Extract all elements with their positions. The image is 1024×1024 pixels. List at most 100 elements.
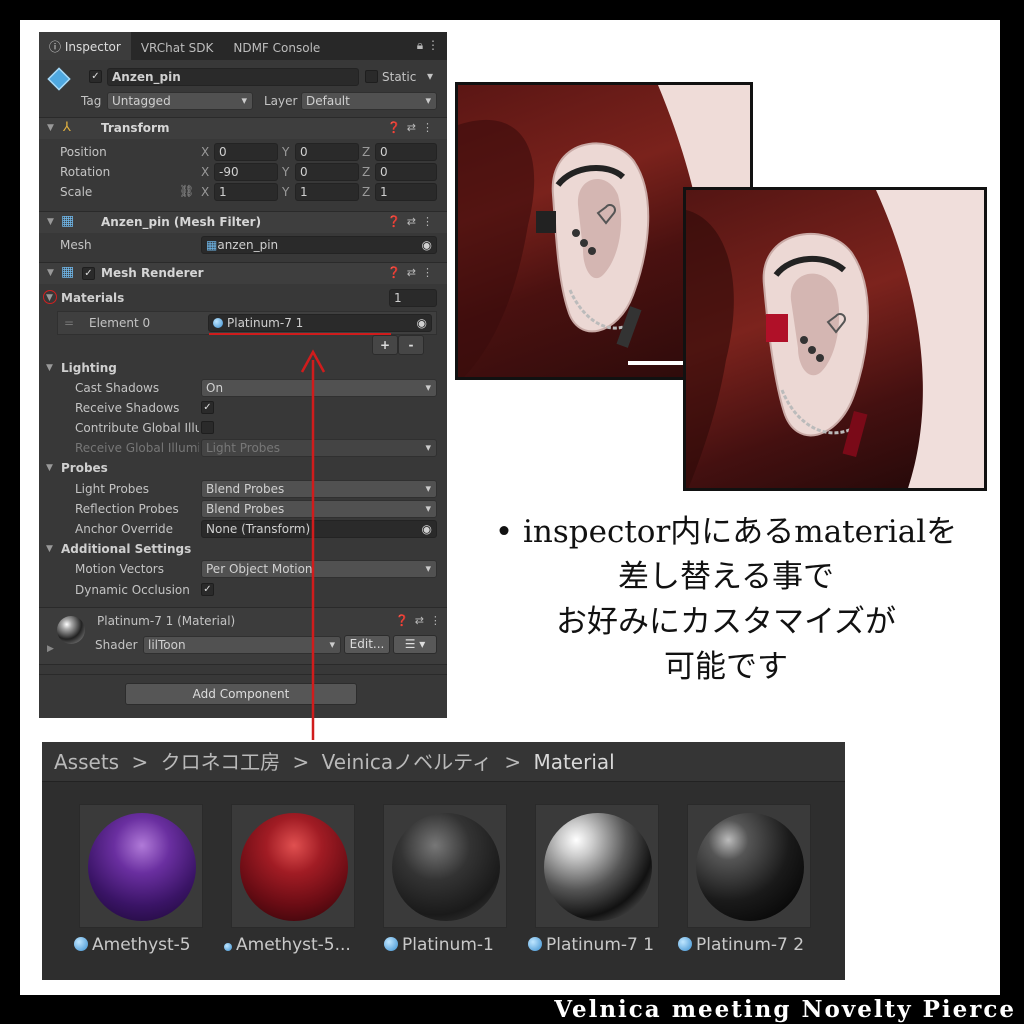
- component-menu-icon[interactable]: ❓⇄⋮: [395, 614, 447, 627]
- light-probes-dropdown[interactable]: Blend Probes: [201, 480, 437, 498]
- breadcrumb-kuroneko[interactable]: クロネコ工房: [161, 750, 281, 774]
- mesh-filter-header[interactable]: ▼ ▦ Anzen_pin (Mesh Filter) ❓⇄⋮: [39, 211, 447, 233]
- mesh-renderer-header[interactable]: ▼ ▦ ✓ Mesh Renderer ❓⇄⋮: [39, 262, 447, 284]
- asset-label-amethyst[interactable]: Amethyst-5: [74, 935, 191, 955]
- rotation-y[interactable]: 0: [295, 163, 359, 181]
- asset-label-platinum-7-1[interactable]: Platinum-7 1: [528, 935, 654, 955]
- ear-illustration: [686, 190, 984, 488]
- asset-tile-platinum-1[interactable]: [383, 804, 507, 928]
- axis-z: Z: [362, 145, 371, 159]
- asset-tile-amethyst[interactable]: [79, 804, 203, 928]
- cast-shadows-dropdown[interactable]: On: [201, 379, 437, 397]
- breadcrumb-material[interactable]: Material: [533, 750, 614, 774]
- grid-icon: ▦: [61, 213, 75, 229]
- reflection-probes-dropdown[interactable]: Blend Probes: [201, 500, 437, 518]
- probes-label[interactable]: Probes: [61, 461, 108, 475]
- mesh-icon: ▦: [206, 238, 218, 252]
- asset-tile-amethyst-red[interactable]: [231, 804, 355, 928]
- description-text: • inspector内にあるmaterialを 差し替える事で お好みにカスタ…: [452, 510, 1000, 690]
- material-ball-platinum-7-1: [544, 813, 652, 921]
- anchor-override-value: None (Transform): [206, 522, 311, 536]
- rotation-z[interactable]: 0: [375, 163, 437, 181]
- receive-shadows-checkbox[interactable]: ✓: [201, 401, 214, 414]
- footer-caption: Velnica meeting Novelty Pierce: [0, 995, 1024, 1024]
- component-menu-icon[interactable]: ❓⇄⋮: [387, 215, 439, 228]
- asset-label-amethyst-red[interactable]: Amethyst-5...: [224, 935, 351, 955]
- materials-count[interactable]: 1: [389, 289, 437, 307]
- material-icon: [528, 937, 542, 951]
- static-dropdown-icon[interactable]: ▾: [427, 69, 433, 83]
- remove-element-button[interactable]: -: [398, 335, 424, 355]
- asset-label-platinum-1[interactable]: Platinum-1: [384, 935, 494, 955]
- motion-vectors-dropdown[interactable]: Per Object Motion: [201, 560, 437, 578]
- additional-settings-label[interactable]: Additional Settings: [61, 542, 191, 556]
- mesh-filter-title: Anzen_pin (Mesh Filter): [101, 215, 262, 229]
- shader-edit-button[interactable]: Edit...: [344, 635, 390, 654]
- mesh-label: Mesh: [60, 238, 92, 252]
- shader-dropdown[interactable]: lilToon: [143, 636, 341, 654]
- drag-handle-icon[interactable]: =: [64, 316, 74, 330]
- material-slot[interactable]: Platinum-7 1 ◉: [208, 314, 432, 332]
- static-label: Static: [382, 70, 417, 84]
- tab-inspector[interactable]: ⓘ Inspector: [39, 32, 131, 60]
- element-label: Element 0: [89, 316, 151, 330]
- description-line-4: 可能です: [664, 649, 788, 685]
- anchor-override-field[interactable]: None (Transform) ◉: [201, 520, 437, 538]
- position-z[interactable]: 0: [375, 143, 437, 161]
- material-ball-platinum-1: [392, 813, 500, 921]
- mesh-field[interactable]: ▦anzen_pin ◉: [201, 236, 437, 254]
- material-ball-platinum-7-2: [696, 813, 804, 921]
- asset-name: Amethyst-5: [92, 935, 191, 955]
- tag-label: Tag: [81, 94, 102, 108]
- material-fold-icon[interactable]: ▶: [47, 644, 54, 654]
- rotation-x[interactable]: -90: [214, 163, 278, 181]
- material-icon: [224, 943, 232, 951]
- tab-vrchat-sdk[interactable]: VRChat SDK: [131, 35, 224, 60]
- red-underline: [209, 333, 391, 335]
- shader-label: Shader: [95, 638, 138, 652]
- materials-fold-icon[interactable]: ▼: [46, 293, 53, 303]
- object-picker-icon[interactable]: ◉: [417, 315, 427, 331]
- mesh-value: anzen_pin: [217, 238, 279, 252]
- material-icon: [74, 937, 88, 951]
- component-menu-icon[interactable]: ❓⇄⋮: [387, 266, 439, 279]
- receive-gi-dropdown: Light Probes: [201, 439, 437, 457]
- mesh-renderer-checkbox[interactable]: ✓: [82, 267, 95, 280]
- inspector-tabbar: ⓘ Inspector VRChat SDK NDMF Console 🔒︎ ⋮: [39, 32, 447, 60]
- layer-dropdown[interactable]: Default: [301, 92, 437, 110]
- asset-name: Amethyst-5...: [236, 935, 351, 955]
- component-menu-icon[interactable]: ❓⇄⋮: [387, 121, 439, 134]
- position-y[interactable]: 0: [295, 143, 359, 161]
- transform-header[interactable]: ▼ ⅄ Transform ❓⇄⋮: [39, 117, 447, 139]
- scale-z[interactable]: 1: [375, 183, 437, 201]
- lock-icon[interactable]: 🔒︎ ⋮: [417, 38, 439, 53]
- add-element-button[interactable]: +: [372, 335, 398, 355]
- breadcrumb-veinica[interactable]: Veinicaノベルティ: [322, 750, 492, 774]
- position-x[interactable]: 0: [214, 143, 278, 161]
- active-checkbox[interactable]: ✓: [89, 70, 102, 83]
- scale-y[interactable]: 1: [295, 183, 359, 201]
- contribute-gi-checkbox[interactable]: [201, 421, 214, 434]
- lighting-label[interactable]: Lighting: [61, 361, 117, 375]
- breadcrumb-assets[interactable]: Assets: [54, 750, 119, 774]
- mesh-renderer-title: Mesh Renderer: [101, 266, 204, 280]
- scale-label: Scale: [60, 185, 93, 199]
- asset-tile-platinum-7-1[interactable]: [535, 804, 659, 928]
- link-icon[interactable]: ⛓: [179, 184, 194, 198]
- list-menu-button[interactable]: ☰ ▾: [393, 635, 437, 654]
- dynamic-occlusion-checkbox[interactable]: ✓: [201, 583, 214, 596]
- object-picker-icon[interactable]: ◉: [422, 237, 432, 253]
- breadcrumb-separator: >: [504, 750, 522, 774]
- layer-label: Layer: [264, 94, 298, 108]
- asset-tile-platinum-7-2[interactable]: [687, 804, 811, 928]
- asset-label-platinum-7-2[interactable]: Platinum-7 2: [678, 935, 804, 955]
- object-name-field[interactable]: Anzen_pin: [107, 68, 359, 86]
- tag-dropdown[interactable]: Untagged: [107, 92, 253, 110]
- grid-icon: ▦: [61, 264, 75, 280]
- tab-ndmf-console[interactable]: NDMF Console: [223, 35, 330, 60]
- add-component-button[interactable]: Add Component: [125, 683, 357, 705]
- scale-x[interactable]: 1: [214, 183, 278, 201]
- object-picker-icon[interactable]: ◉: [422, 521, 432, 537]
- axis-y: Y: [282, 145, 290, 159]
- static-checkbox[interactable]: [365, 70, 378, 83]
